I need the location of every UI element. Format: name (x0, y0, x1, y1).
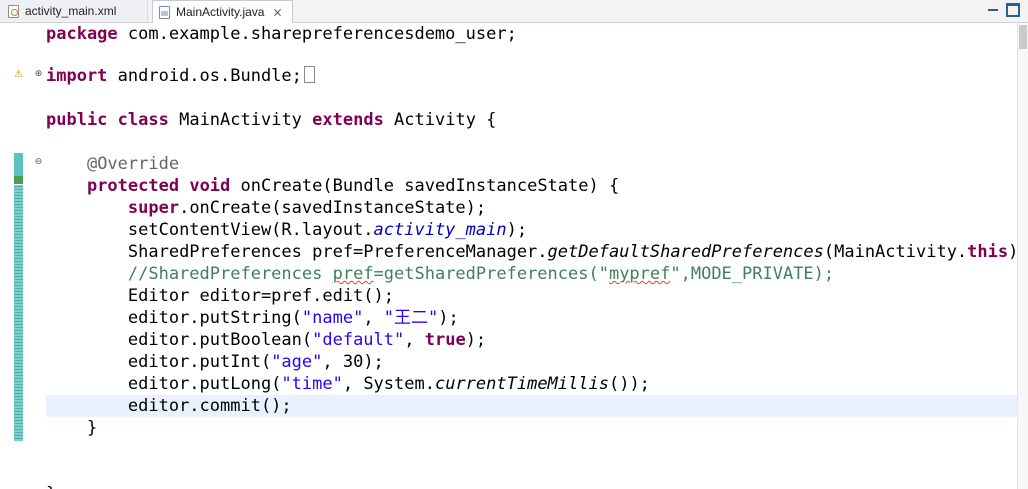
keyword: public (46, 110, 108, 130)
maximize-icon[interactable] (1006, 3, 1020, 17)
code-text: ); (506, 220, 528, 240)
code-text: editor.putInt( (127, 352, 272, 372)
annotation: @Override (86, 154, 180, 174)
keyword: protected (86, 176, 180, 196)
keyword: super (127, 198, 180, 218)
code-text: onCreate(Bundle savedInstanceState) { (230, 176, 620, 196)
static-method: currentTimeMillis (434, 374, 609, 394)
class-name: MainActivity (168, 110, 313, 130)
string-literal: "name" (301, 308, 364, 328)
code-line-19: } (0, 417, 1018, 439)
string-literal: "default" (312, 330, 405, 350)
code-line-16: editor.putInt("age", 30); (0, 351, 1018, 373)
comment: =getSharedPreferences(" (373, 264, 609, 284)
code-text: ); (465, 330, 487, 350)
vertical-scrollbar[interactable] (1017, 23, 1028, 489)
editor-tab-bar: activity_main.xml MainActivity.java ⨯ (0, 0, 1028, 23)
code-line-8: protected void onCreate(Bundle savedInst… (0, 175, 1018, 197)
code-text: editor.commit(); (127, 396, 292, 416)
java-file-icon (159, 5, 170, 19)
code-line-9: super.onCreate(savedInstanceState); (0, 197, 1018, 219)
tab-main-activity-java[interactable]: MainActivity.java ⨯ (152, 0, 293, 23)
code-text: , 30); (322, 352, 384, 372)
code-text: editor.putBoolean( (127, 330, 313, 350)
code-line-1: package com.example.sharepreferencesdemo… (0, 23, 1018, 45)
code-text: editor.putString( (127, 308, 302, 328)
code-line-3: import android.os.Bundle; (0, 65, 1018, 87)
code-text: ); (438, 308, 459, 328)
code-line-7: @Override (0, 153, 1018, 175)
keyword: extends (312, 110, 384, 130)
code-text: } (46, 484, 56, 489)
code-text: (MainActivity. (823, 242, 968, 262)
code-text: , System. (342, 374, 435, 394)
code-text: , (363, 308, 384, 328)
string-literal: "age" (271, 352, 323, 372)
tab-label: activity_main.xml (25, 4, 117, 18)
keyword: void (189, 176, 231, 196)
keyword: class (117, 110, 169, 130)
static-method: getDefaultSharedPreferences (547, 242, 824, 262)
code-line-11: SharedPreferences pref=PreferenceManager… (0, 241, 1018, 263)
keyword: package (46, 24, 118, 44)
close-icon[interactable]: ⨯ (272, 5, 282, 19)
code-line-12: //SharedPreferences pref=getSharedPrefer… (0, 263, 1018, 285)
code-line-13: Editor editor=pref.edit(); (0, 285, 1018, 307)
code-line-15: editor.putBoolean("default", true); (0, 329, 1018, 351)
keyword: import (46, 66, 108, 86)
keyword: this (967, 242, 1009, 262)
comment-spelling-mark: mypref (608, 264, 671, 284)
static-field: activity_main (373, 220, 507, 240)
xml-file-icon (8, 4, 19, 18)
code-line-14: editor.putString("name", "王二"); (0, 307, 1018, 329)
code-text: , (404, 330, 425, 350)
code-text: .onCreate(savedInstanceState); (179, 198, 487, 218)
comment-spelling-mark: pref (332, 264, 374, 284)
code-text: } (86, 418, 98, 438)
code-text: editor.putLong( (127, 374, 282, 394)
code-text: ()); (608, 374, 650, 394)
code-line-17: editor.putLong("time", System.currentTim… (0, 373, 1018, 395)
code-line-5: public class MainActivity extends Activi… (0, 109, 1018, 131)
code-editor[interactable]: ⚠ ⊕ ⊖ package com.example.sharepreferenc… (0, 23, 1018, 489)
folded-imports-marker[interactable] (303, 66, 315, 83)
string-literal: "王二" (383, 308, 439, 328)
code-text: com.example.sharepreferencesdemo_user; (117, 24, 517, 44)
string-literal: "time" (281, 374, 343, 394)
tab-activity-main-xml[interactable]: activity_main.xml (0, 0, 148, 22)
code-text: android.os.Bundle; (107, 66, 302, 86)
code-line-18: editor.commit(); (0, 395, 1018, 417)
code-text: SharedPreferences pref=PreferenceManager… (127, 242, 548, 262)
code-text: Activity { (383, 110, 497, 130)
code-line-22: } (0, 483, 1018, 489)
window-controls (986, 3, 1020, 17)
code-text: setContentView(R.layout. (127, 220, 374, 240)
scrollbar-thumb[interactable] (1019, 25, 1027, 49)
minimize-icon[interactable] (986, 3, 1000, 17)
code-line-10: setContentView(R.layout.activity_main); (0, 219, 1018, 241)
tab-label: MainActivity.java (176, 5, 265, 19)
comment: //SharedPreferences (127, 264, 333, 284)
comment: ",MODE_PRIVATE); (670, 264, 835, 284)
code-text: Editor editor=pref.edit(); (127, 286, 394, 306)
keyword: true (424, 330, 466, 350)
